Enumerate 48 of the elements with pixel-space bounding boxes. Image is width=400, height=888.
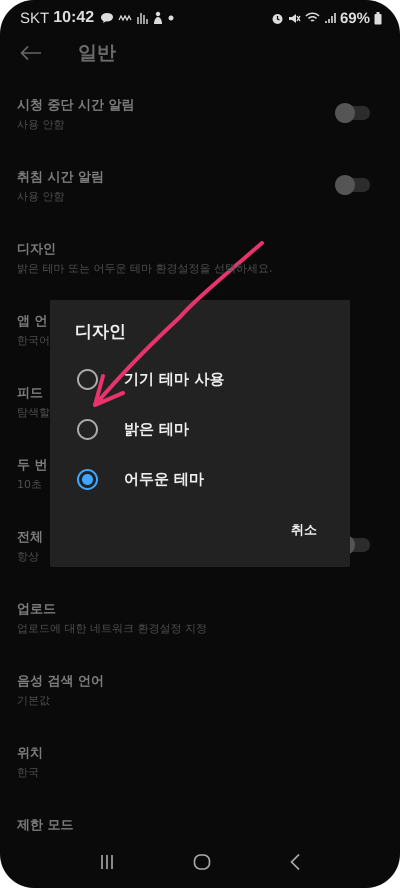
radio-button[interactable] <box>77 468 98 490</box>
setting-subtitle: 업로드에 대한 네트워크 환경설정 지정 <box>17 621 207 636</box>
setting-subtitle: 사용 안함 <box>17 189 64 204</box>
chat-bubble-icon <box>100 12 114 24</box>
option-label[interactable]: 밝은 테마 <box>124 420 190 438</box>
home-icon[interactable] <box>193 853 211 871</box>
setting-title[interactable]: 디자인 <box>17 240 56 258</box>
setting-title[interactable]: 위치 <box>17 744 43 762</box>
setting-title[interactable]: 전체 <box>17 528 43 546</box>
wifi-icon <box>304 12 320 24</box>
mute-icon <box>288 12 301 24</box>
toggle-switch[interactable] <box>336 106 370 120</box>
setting-subtitle: 한국어 <box>17 333 50 348</box>
setting-subtitle: 항상 <box>17 549 39 564</box>
setting-subtitle: 10초 <box>17 477 42 492</box>
option-label[interactable]: 어두운 테마 <box>124 470 204 488</box>
carrier-name: SKT <box>20 10 50 26</box>
toggle-switch[interactable] <box>336 178 370 192</box>
wave-icon <box>118 14 132 22</box>
recent-apps-icon[interactable] <box>99 854 115 870</box>
radio-button[interactable] <box>77 368 98 390</box>
dot-icon <box>168 15 174 21</box>
option-label[interactable]: 기기 테마 사용 <box>124 370 224 388</box>
setting-subtitle: 사용 안함 <box>17 117 64 132</box>
setting-title[interactable]: 시청 중단 시간 알림 <box>17 96 135 114</box>
cancel-button[interactable]: 취소 <box>283 515 325 545</box>
battery-percent: 69% <box>340 10 370 26</box>
signal-icon <box>324 12 336 24</box>
setting-title[interactable]: 피드 <box>17 384 43 402</box>
setting-subtitle: 기본값 <box>17 693 50 708</box>
battery-icon <box>374 12 382 24</box>
page-title: 일반 <box>78 41 116 66</box>
back-icon[interactable] <box>289 853 301 871</box>
setting-subtitle: 탐색할 <box>17 405 50 420</box>
setting-title[interactable]: 업로드 <box>17 600 56 618</box>
radio-button[interactable] <box>77 418 98 440</box>
setting-title[interactable]: 두 번 <box>17 456 48 474</box>
setting-title[interactable]: 앱 언 <box>17 312 48 330</box>
clock-time: 10:42 <box>53 9 94 27</box>
figure-icon <box>152 11 164 25</box>
setting-title[interactable]: 취침 시간 알림 <box>17 168 104 186</box>
back-arrow-icon[interactable] <box>20 45 42 61</box>
setting-subtitle: 한국 <box>17 765 39 780</box>
dialog-title: 디자인 <box>75 321 126 343</box>
alarm-icon <box>270 12 284 24</box>
bars-icon <box>136 11 148 25</box>
setting-title[interactable]: 음성 검색 언어 <box>17 672 104 690</box>
setting-title[interactable]: 제한 모드 <box>17 816 74 834</box>
